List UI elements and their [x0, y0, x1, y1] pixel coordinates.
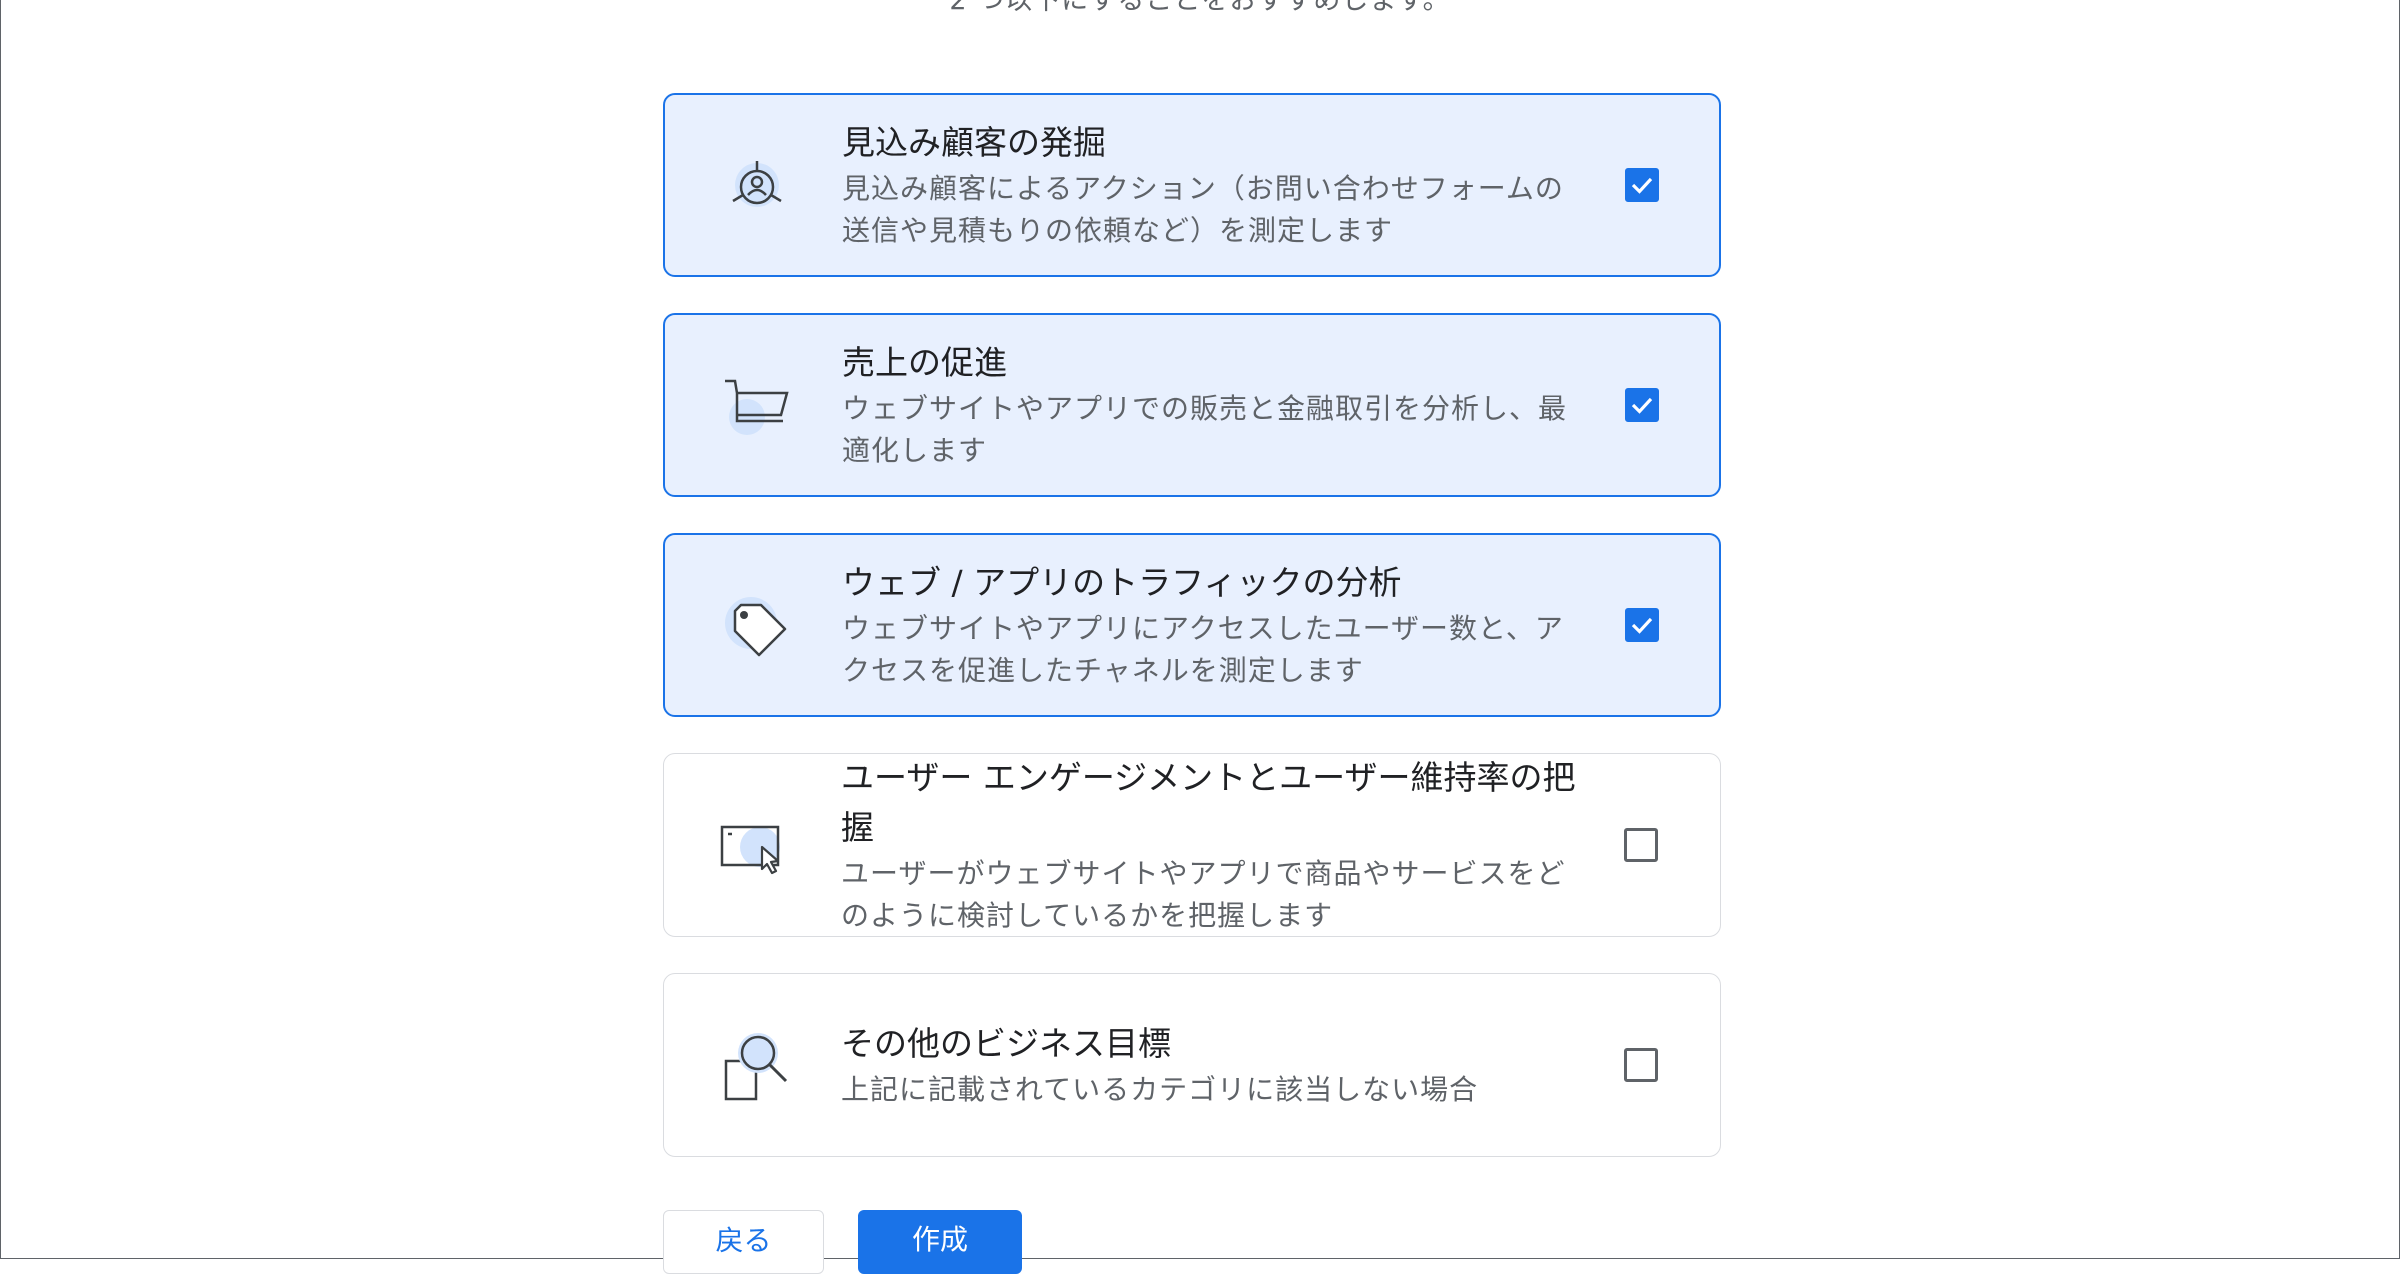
lead-generation-icon [717, 145, 797, 225]
browser-cursor-icon [716, 805, 796, 885]
objective-card-drive-sales[interactable]: 売上の促進 ウェブサイトやアプリでの販売と金融取引を分析し、最 適化します [663, 313, 1721, 497]
checkbox-lead-generation[interactable] [1625, 168, 1659, 202]
checkbox-other[interactable] [1624, 1048, 1658, 1082]
checkbox-drive-sales[interactable] [1625, 388, 1659, 422]
option-title: その他のビジネス目標 [841, 1024, 1171, 1063]
checkbox-traffic-analysis[interactable] [1625, 608, 1659, 642]
option-title: 売上の促進 [842, 343, 1007, 382]
magnifier-document-icon [716, 1025, 796, 1105]
option-description: 適化します [842, 434, 988, 467]
option-description: のように検討しているかを把握します [841, 899, 1334, 932]
option-title: ウェブ / アプリのトラフィックの分析 [842, 563, 1402, 602]
option-description: ウェブサイトやアプリでの販売と金融取引を分析し、最 [842, 392, 1568, 425]
option-description: 見込み顧客によるアクション（お問い合わせフォームの [842, 172, 1564, 205]
checkbox-user-engagement[interactable] [1624, 828, 1658, 862]
objective-card-lead-generation[interactable]: 見込み顧客の発掘 見込み顧客によるアクション（お問い合わせフォームの 送信や見積… [663, 93, 1721, 277]
back-button[interactable]: 戻る [663, 1210, 824, 1274]
objective-card-user-engagement[interactable]: ユーザー エンゲージメントとユーザー維持率の把 握 ユーザーがウェブサイトやアプ… [663, 753, 1721, 937]
option-title: ユーザー エンゲージメントとユーザー維持率の把 [841, 758, 1576, 797]
option-description: クセスを促進したチャネルを測定します [842, 654, 1364, 687]
option-description: 送信や見積もりの依頼など）を測定します [842, 214, 1394, 247]
create-button[interactable]: 作成 [858, 1210, 1022, 1274]
option-description: 上記に記載されているカテゴリに該当しない場合 [841, 1073, 1479, 1106]
objective-card-other[interactable]: その他のビジネス目標 上記に記載されているカテゴリに該当しない場合 [663, 973, 1721, 1157]
option-description: ウェブサイトやアプリにアクセスしたユーザー数と、ア [842, 612, 1564, 645]
tag-icon [717, 585, 797, 665]
objective-card-traffic-analysis[interactable]: ウェブ / アプリのトラフィックの分析 ウェブサイトやアプリにアクセスしたユーザ… [663, 533, 1721, 717]
option-description: ユーザーがウェブサイトやアプリで商品やサービスをど [841, 857, 1566, 890]
shopping-cart-icon [717, 365, 797, 445]
intro-text: 2 つ以下にすることをおすすめします。 [949, 0, 1451, 16]
option-title: 見込み顧客の発掘 [842, 123, 1106, 162]
option-title: 握 [841, 808, 874, 847]
